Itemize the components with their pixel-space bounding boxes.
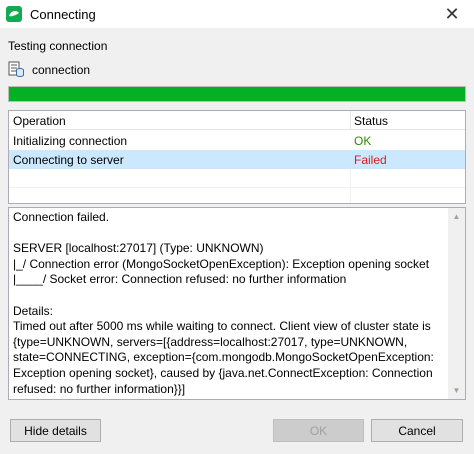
details-text: Connection failed. SERVER [localhost:270…: [13, 210, 434, 396]
hide-details-button[interactable]: Hide details: [10, 419, 101, 442]
scroll-up-arrow-icon[interactable]: ▲: [448, 208, 465, 225]
column-header-status[interactable]: Status: [354, 114, 388, 128]
window-title: Connecting: [30, 7, 96, 22]
details-text-area[interactable]: Connection failed. SERVER [localhost:270…: [8, 207, 466, 400]
progress-bar: [8, 86, 466, 102]
mongodb-leaf-icon: [6, 6, 22, 22]
empty-column-divider: [350, 169, 351, 203]
close-button[interactable]: ✕: [430, 0, 474, 28]
database-server-icon: [8, 61, 24, 77]
table-header: Operation Status: [9, 111, 465, 130]
column-header-operation[interactable]: Operation: [13, 114, 66, 128]
empty-row-divider: [9, 187, 465, 188]
scroll-down-arrow-icon[interactable]: ▼: [448, 382, 465, 399]
vertical-scrollbar[interactable]: ▲ ▼: [448, 208, 465, 399]
column-divider[interactable]: [350, 111, 351, 130]
operations-table: Operation Status Initializing connection…: [8, 110, 466, 204]
status-cell: OK: [354, 134, 372, 148]
operation-cell: Initializing connection: [13, 134, 128, 148]
cancel-button[interactable]: Cancel: [371, 419, 463, 442]
section-label: Testing connection: [8, 39, 108, 53]
table-row-selected[interactable]: Connecting to server Failed: [9, 150, 465, 169]
connection-name: connection: [32, 63, 91, 77]
title-bar: Connecting ✕: [0, 0, 474, 28]
close-icon: ✕: [444, 3, 460, 24]
table-row[interactable]: Initializing connection OK: [9, 131, 465, 150]
operation-cell: Connecting to server: [13, 153, 124, 167]
progress-fill: [9, 87, 465, 101]
ok-button[interactable]: OK: [273, 419, 364, 442]
status-cell: Failed: [354, 153, 387, 167]
